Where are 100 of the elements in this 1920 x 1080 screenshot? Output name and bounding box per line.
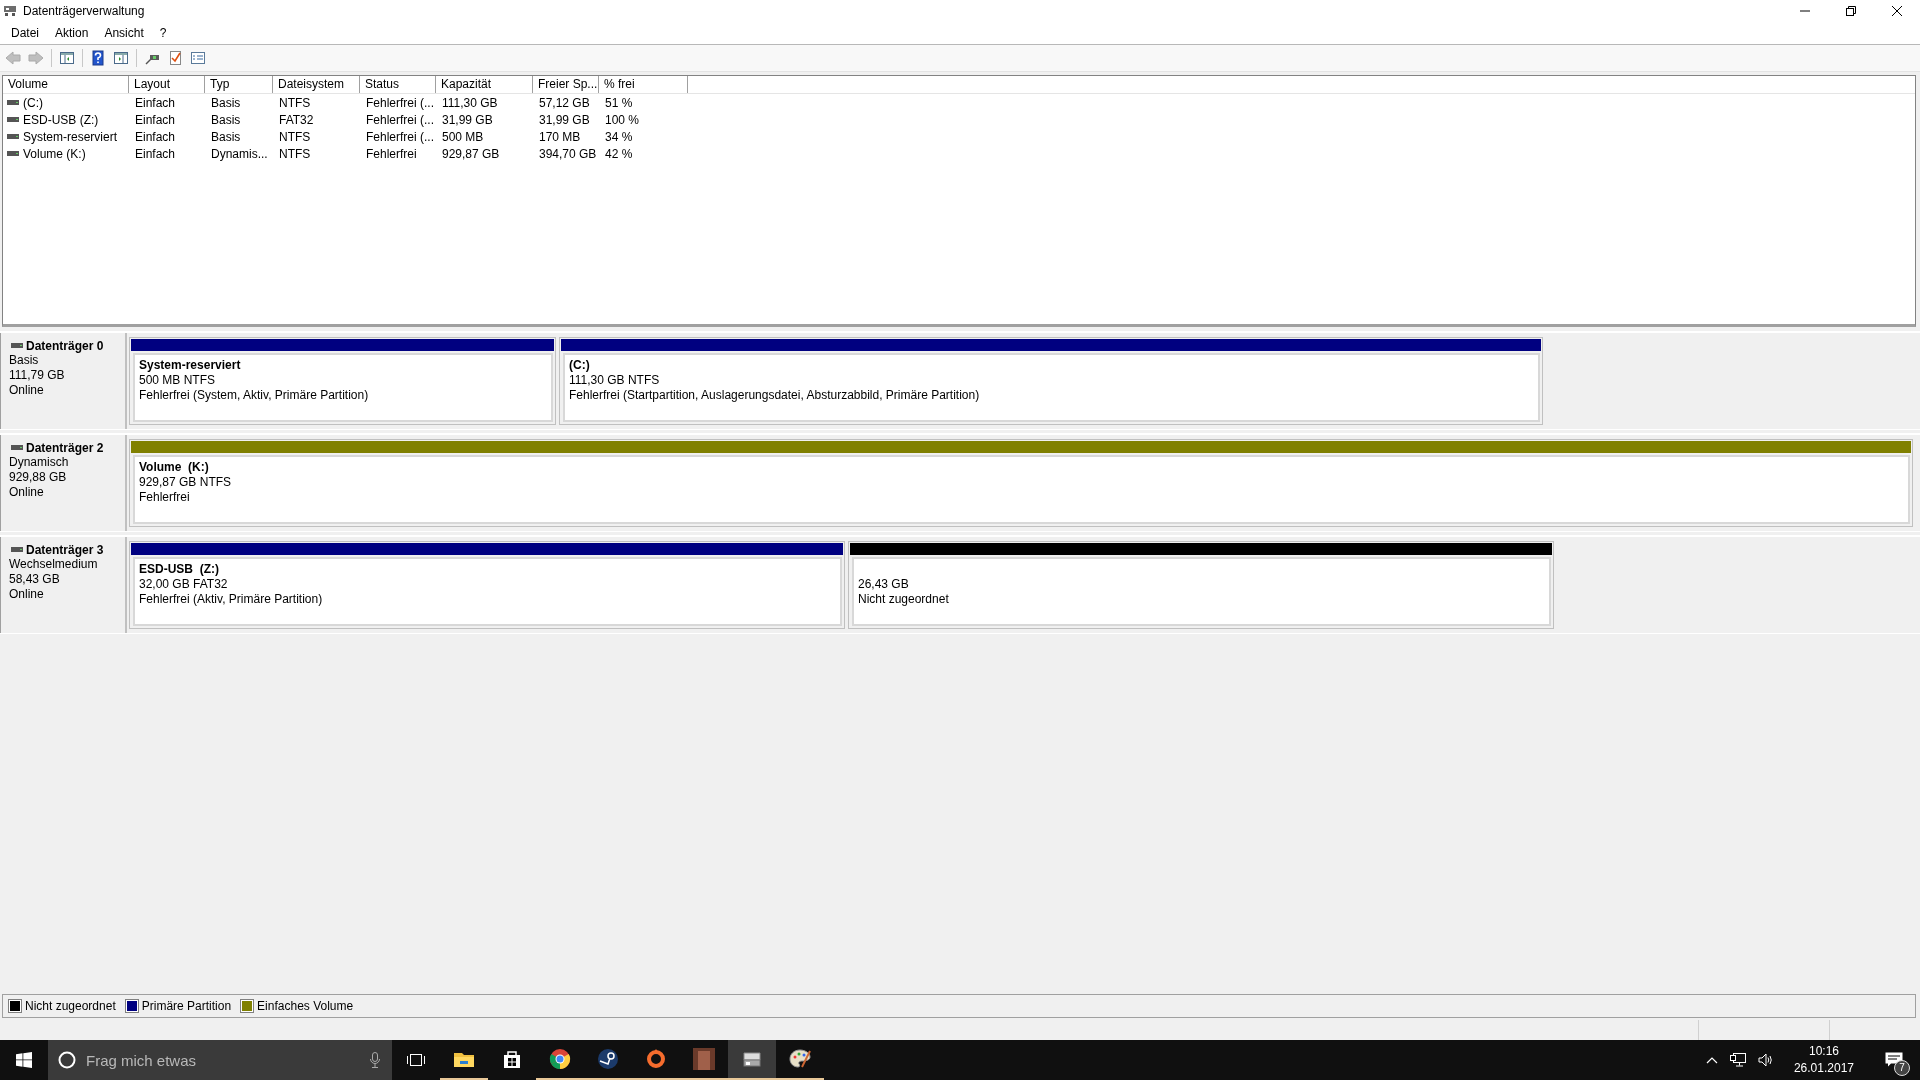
app-icon: [3, 5, 17, 17]
partition-block[interactable]: Volume (K:) 929,87 GB NTFS Fehlerfrei: [129, 439, 1913, 527]
steam-logo-icon: [596, 1047, 620, 1071]
disk-size: 929,88 GB: [9, 470, 68, 485]
checklist-icon[interactable]: [167, 50, 183, 66]
task-view-icon: [406, 1052, 426, 1068]
menu-item[interactable]: Aktion: [47, 26, 97, 40]
table-cell-text: Fehlerfrei: [365, 146, 418, 161]
partition-name: (C:): [569, 358, 591, 373]
table-cell-text: Einfach: [134, 146, 177, 161]
table-cell-text: Fehlerfrei (...: [365, 95, 435, 110]
table-cell-text: Basis: [210, 95, 242, 110]
menu-item[interactable]: Ansicht: [96, 26, 152, 40]
partition-size: 32,00 GB FAT32: [139, 577, 229, 592]
window-pane-icon[interactable]: [113, 50, 129, 66]
partition-block[interactable]: ESD-USB (Z:) 32,00 GB FAT32 Fehlerfrei (Aktiv, Primäre Partition): [129, 541, 845, 629]
disk-type: Basis: [9, 353, 40, 368]
help-icon[interactable]: [90, 50, 106, 66]
drive-icon: [7, 99, 19, 106]
table-cell: (C:): [23, 95, 43, 110]
windows-logo-icon: [16, 1052, 32, 1068]
partition-name: Volume (K:): [139, 460, 210, 475]
legend-label: Nicht zugeordnet: [25, 999, 116, 1013]
drive-icon: [7, 116, 19, 123]
table-cell-text: 111,30 GB: [441, 95, 499, 110]
legend-label: Einfaches Volume: [257, 999, 354, 1013]
table-cell-text: 170 MB: [538, 129, 582, 144]
partition-size: 500 MB NTFS: [139, 373, 217, 388]
table-cell-text: NTFS: [278, 129, 312, 144]
close-icon: [1892, 6, 1902, 16]
menu-item[interactable]: ?: [151, 26, 175, 40]
drive-icon: [7, 133, 19, 140]
cortana-circle-icon: [58, 1051, 76, 1069]
search-field[interactable]: Frag mich etwas: [48, 1040, 392, 1080]
restore-icon: [1846, 6, 1856, 16]
table-cell-text: 42 %: [604, 146, 634, 161]
table-cell-text: Einfach: [134, 112, 177, 127]
disk-state: Online: [9, 587, 45, 602]
table-cell-text: 500 MB: [441, 129, 485, 144]
disk-name: Datenträger 3: [26, 543, 104, 557]
network-icon[interactable]: [1729, 1053, 1746, 1067]
drive-icon: [11, 547, 23, 553]
speaker-icon[interactable]: [1757, 1053, 1774, 1067]
partition-block[interactable]: System-reserviert 500 MB NTFS Fehlerfrei (System, Aktiv, Primäre Partition): [129, 337, 556, 425]
table-cell-text: 100 %: [604, 112, 641, 127]
table-cell-text: 57,12 GB: [538, 95, 591, 110]
partition-status: Fehlerfrei (Startpartition, Auslagerungsdatei, Absturzabbild, Primäre Partition): [569, 388, 981, 403]
microphone-icon[interactable]: [370, 1052, 380, 1068]
drive-icon: [7, 150, 19, 157]
disk-state: Online: [9, 383, 45, 398]
partition-size: 26,43 GB: [858, 577, 910, 592]
table-cell: ESD-USB (Z:): [23, 112, 99, 127]
disk-type: Wechselmedium: [9, 557, 99, 572]
disk-type: Dynamisch: [9, 455, 70, 470]
properties-icon[interactable]: [190, 50, 206, 66]
clock-time[interactable]: 10:16: [1808, 1043, 1839, 1060]
table-cell: System-reserviert: [23, 129, 117, 144]
partition-status: Fehlerfrei (System, Aktiv, Primäre Partition): [139, 388, 370, 403]
partition-block[interactable]: 26,43 GB Nicht zugeordnet: [848, 541, 1554, 629]
table-cell: Volume (K:): [23, 146, 86, 161]
table-cell-text: 34 %: [604, 129, 634, 144]
partition-block[interactable]: (C:) 111,30 GB NTFS Fehlerfrei (Startpartition, Auslagerungsdatei, Absturzabbild, Primäre Partition): [559, 337, 1543, 425]
table-cell-text: Einfach: [134, 129, 177, 144]
legend-label: Primäre Partition: [141, 999, 232, 1013]
disk-name: Datenträger 0: [26, 339, 104, 353]
partition-status: Nicht zugeordnet: [858, 592, 950, 607]
table-cell-text: Fehlerfrei (...: [365, 112, 435, 127]
game-cover-icon: [692, 1047, 716, 1071]
drive-icon: [11, 343, 23, 349]
window-title: Datenträgerverwaltung: [23, 4, 145, 18]
table-cell-text: Einfach: [134, 95, 177, 110]
table-cell-text: Basis: [210, 112, 242, 127]
table-cell-text: 929,87 GB: [441, 146, 501, 161]
table-cell-text: FAT32: [278, 112, 315, 127]
window-pane-icon[interactable]: [59, 50, 75, 66]
table-cell-text: 51 %: [604, 95, 634, 110]
disk-size: 58,43 GB: [9, 572, 61, 587]
table-cell-text: 31,99 GB: [538, 112, 591, 127]
table-cell-text: Dynamis...: [210, 146, 269, 161]
table-cell-text: NTFS: [278, 146, 312, 161]
table-cell-text: Basis: [210, 129, 242, 144]
disk-state: Online: [9, 485, 45, 500]
disk-name: Datenträger 2: [26, 441, 104, 455]
notification-button[interactable]: 7: [1874, 1040, 1914, 1080]
menu-item[interactable]: Datei: [3, 26, 47, 40]
table-cell-text: 394,70 GB: [538, 146, 598, 161]
table-cell-text: 31,99 GB: [441, 112, 494, 127]
partition-name: System-reserviert: [139, 358, 242, 373]
taskbar-app-button[interactable]: [728, 1040, 776, 1080]
notification-count-badge: 7: [1894, 1060, 1910, 1076]
partition-size: 111,30 GB NTFS: [569, 373, 661, 388]
partition-status: Fehlerfrei: [139, 490, 191, 505]
ring-icon: [644, 1047, 668, 1071]
browser-icon: [548, 1047, 572, 1071]
partition-size: 929,87 GB NTFS: [139, 475, 233, 490]
chevron-up-icon[interactable]: [1705, 1056, 1718, 1064]
clock-date[interactable]: 26.01.2017: [1793, 1060, 1854, 1077]
table-cell-text: NTFS: [278, 95, 312, 110]
table-cell-text: Fehlerfrei (...: [365, 129, 435, 144]
partition-status: Fehlerfrei (Aktiv, Primäre Partition): [139, 592, 324, 607]
